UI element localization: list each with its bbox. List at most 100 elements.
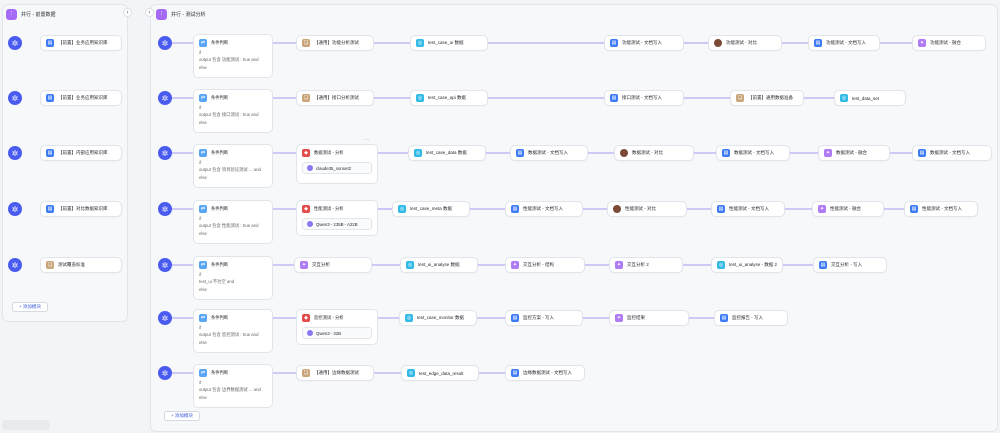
condition-title: 条件判断 [211,370,229,375]
knowledge-icon: ❏ [302,369,310,377]
flow-node[interactable]: ✦ 交互分析 [294,257,372,273]
condition-if: if [199,216,202,221]
node-label: test_ui_analyse - 数据 2 [729,262,778,267]
agent-title: 数据测试 - 分析 [314,150,344,155]
flow-node[interactable]: ▤ 性能测试 - 文档写入 [904,201,978,217]
condition-title: 条件判断 [211,150,229,155]
condition-node[interactable]: ⇄ 条件判断 if output 包含 性能测试 : true and else [193,200,273,244]
doc-icon: ▤ [717,205,725,213]
condition-if: if [199,50,202,55]
data-icon: ◎ [405,314,413,322]
flow-node[interactable]: ❏ 【前置】通用数据准备 [730,90,804,106]
flow-node[interactable]: ❏ 【通用】接口分析测试 [296,90,374,106]
flow-node[interactable]: ◎ test_ui_analyse 数据 [400,257,478,273]
flow-node[interactable]: ◎ test_case_ui 数据 [410,35,488,51]
flow-node[interactable]: ▤ 监控报告 - 写入 [714,310,788,326]
node-label: 功能测试 - 对比 [726,40,757,45]
flow-node[interactable]: ◎ test_case_monitor 数据 [399,310,477,326]
data-icon: ◎ [407,369,415,377]
doc-icon: ▤ [720,314,728,322]
llm-icon: ✦ [615,261,623,269]
flow-node[interactable]: ▤ 交互分析 - 写入 [813,257,887,273]
flow-node[interactable]: ▤ 功能测试 - 文档写入 [604,35,684,51]
condition-node[interactable]: ⇄ 条件判断 if output 包含 接口测试 : true and else [193,89,273,133]
data-icon: ◎ [416,94,424,102]
condition-else: else [199,340,207,345]
model-name: Qwen3 - 235B - A22B [316,221,358,227]
condition-rule: output 包含 性能测试 : true and [199,223,259,228]
condition-else: else [199,120,207,125]
start-icon[interactable]: ✲ [158,146,172,160]
condition-node[interactable]: ⇄ 条件判断 if test_ui 不为空 and else [193,256,273,300]
flow-node[interactable]: ▤ 边缘数据测试 - 文档写入 [505,365,585,381]
start-icon[interactable]: ✲ [158,258,172,272]
condition-else: else [199,65,207,70]
agent-header: ◆ 性能测试 - 分析 [302,205,372,213]
data-icon: ◎ [717,261,725,269]
data-icon: ◎ [398,205,406,213]
agent-node[interactable]: ◆ 监控测试 - 分析 Qwen3 - 32B [296,309,378,345]
flow-node[interactable]: ✦ 数据测试 - 融合 [818,145,890,161]
flow-node[interactable]: ✦ 功能测试 - 融合 [912,35,986,51]
condition-node[interactable]: ⇄ 条件判断 if output 包含 项目验证测试 ... and else [193,144,273,188]
node-label: 数据测试 - 文档写入 [734,150,774,155]
data-icon: ◎ [414,149,422,157]
flow-node[interactable]: ◎ test_case_api 数据 [410,90,488,106]
agent-node[interactable]: ◆ 性能测试 - 分析 Qwen3 - 235B - A22B [296,200,378,236]
flow-node[interactable]: ❏ 【通用】边缘数据测试 [296,365,374,381]
condition-node[interactable]: ⇄ 条件判断 if output 包含 功能测试 : true and else [193,34,273,78]
doc-icon: ▤ [918,149,926,157]
data-icon: ◎ [406,261,414,269]
start-icon[interactable]: ✲ [158,91,172,105]
flow-node[interactable]: ✦ 监控结果 [609,310,689,326]
condition-title: 条件判断 [211,206,229,211]
model-selector[interactable]: Qwen3 - 235B - A22B [302,218,372,230]
start-icon[interactable]: ✲ [158,202,172,216]
node-label: test_edge_data_result [419,370,464,376]
node-menu-icon[interactable]: ··· [364,137,369,143]
model-selector[interactable]: Qwen3 - 32B [302,327,372,339]
flow-node[interactable]: ▤ 监控方案 - 写入 [505,310,583,326]
condition-node[interactable]: ⇄ 条件判断 if output 包含 边界数据测试 ... and else [193,364,273,408]
doc-icon: ▤ [610,39,618,47]
flow-node[interactable]: ▤ 数据测试 - 文档写入 [912,145,992,161]
node-label: 接口测试 - 文档写入 [622,95,662,100]
flow-node[interactable]: ✦ 交互分析 - 结构 [505,257,585,273]
agent-node[interactable]: ◆ 数据测试 - 分析 claude35_sonnet2 [296,144,378,184]
condition-icon: ⇄ [199,39,207,47]
flow-node[interactable]: ▤ 数据测试 - 文档写入 [716,145,790,161]
flow-node[interactable]: ◎ test_edge_data_result [401,365,479,381]
flow-node[interactable]: ▤ 功能测试 - 文档写入 [808,35,880,51]
flow-node[interactable]: ◎ test_case_meta 数据 [392,201,470,217]
flow-node[interactable]: ▤ 性能测试 - 文档写入 [711,201,785,217]
model-selector[interactable]: claude35_sonnet2 [302,162,372,174]
node-label: 数据测试 - 文档写入 [528,150,568,155]
doc-icon: ▤ [511,205,519,213]
agent-icon: ◆ [302,149,310,157]
flow-node[interactable]: ◎ test_data_set [834,90,906,106]
start-icon[interactable]: ✲ [158,36,172,50]
start-icon[interactable]: ✲ [158,311,172,325]
flow-node[interactable]: ▤ 数据测试 - 文档写入 [510,145,588,161]
llm-icon: ✦ [300,261,308,269]
flow-node[interactable]: ✦ 交互分析 2 [609,257,683,273]
flow-node[interactable]: 功能测试 - 对比 [708,35,782,51]
flow-node[interactable]: ▤ 性能测试 - 文档写入 [505,201,583,217]
model-icon [307,165,313,171]
condition-title: 条件判断 [211,315,229,320]
flow-node[interactable]: 性能测试 - 对比 [607,201,687,217]
flow-node[interactable]: ✦ 性能测试 - 融合 [812,201,884,217]
flow-node[interactable]: ◎ test_case_data 数据 [408,145,486,161]
condition-rule: test_ui 不为空 and [199,279,235,284]
flow-node[interactable]: 数据测试 - 对比 [614,145,694,161]
flow-node[interactable]: ▤ 接口测试 - 文档写入 [604,90,684,106]
condition-else: else [199,287,207,292]
condition-node[interactable]: ⇄ 条件判断 if output 包含 监控测试 : true and else [193,309,273,353]
minimap-bar[interactable] [2,420,50,430]
flow-node[interactable]: ❏ 【通用】功能分析测试 [296,35,374,51]
node-label: 数据测试 - 融合 [836,150,867,155]
node-label: 性能测试 - 文档写入 [523,206,563,211]
start-icon[interactable]: ✲ [158,366,172,380]
flow-node[interactable]: ◎ test_ui_analyse - 数据 2 [711,257,783,273]
compare-icon [714,39,722,47]
